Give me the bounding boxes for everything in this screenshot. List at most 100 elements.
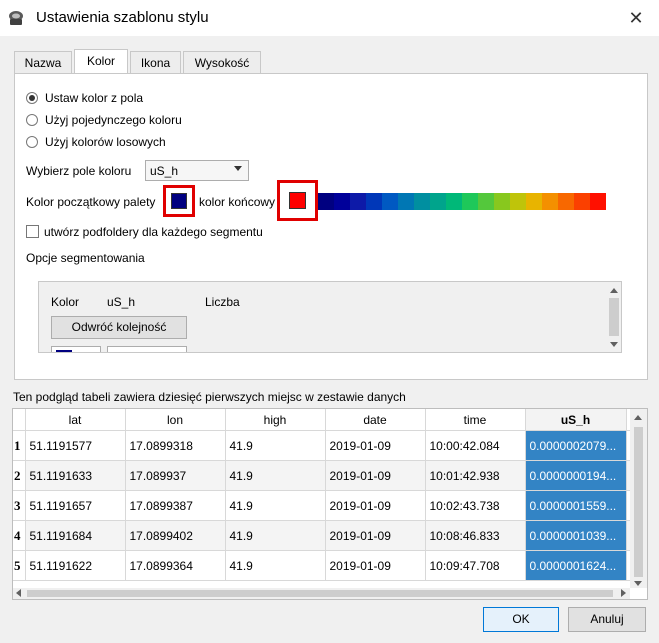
palette-end-label: kolor końcowy — [199, 195, 276, 209]
app-icon — [9, 11, 23, 25]
tab-ikona[interactable]: Ikona — [130, 51, 181, 73]
radio-random-colors-label[interactable]: Użyj kolorów losowych — [45, 135, 166, 149]
row-header[interactable]: 1 — [13, 430, 26, 461]
seg-col-field: uS_h — [107, 295, 136, 309]
cell-lat[interactable]: 51.1191577 — [25, 430, 126, 461]
color-ramp-step — [542, 193, 558, 210]
color-ramp-step — [446, 193, 462, 210]
table-horizontal-scrollbar[interactable] — [13, 588, 630, 599]
seg-col-count: Liczba — [205, 295, 240, 309]
cell-high[interactable]: 41.9 — [225, 490, 326, 521]
scroll-down-icon[interactable] — [610, 342, 618, 347]
cell-us-h[interactable]: 0.0000001039... — [525, 520, 627, 551]
reverse-order-button[interactable]: Odwróć kolejność — [51, 316, 187, 339]
palette-start-label: Kolor początkowy palety — [26, 195, 156, 209]
col-header-us-h[interactable]: uS_h — [525, 409, 627, 431]
radio-single-color-label[interactable]: Użyj pojedynczego koloru — [45, 113, 182, 127]
cell-high[interactable]: 41.9 — [225, 550, 326, 581]
cell-date[interactable]: 2019-01-09 — [325, 550, 426, 581]
segment-value-field[interactable] — [107, 346, 187, 352]
ok-button[interactable]: OK — [483, 607, 559, 632]
scroll-up-icon[interactable] — [634, 415, 642, 420]
scroll-thumb[interactable] — [609, 298, 619, 336]
cell-high[interactable]: 41.9 — [225, 520, 326, 551]
cell-high[interactable]: 41.9 — [225, 430, 326, 461]
segment-color-swatch — [56, 350, 72, 352]
radio-single-color[interactable] — [26, 114, 38, 126]
cell-time[interactable]: 10:02:43.738 — [425, 490, 526, 521]
color-ramp-step — [478, 193, 494, 210]
cell-date[interactable]: 2019-01-09 — [325, 430, 426, 461]
preview-caption: Ten podgląd tabeli zawiera dziesięć pier… — [13, 390, 406, 404]
cell-us-h[interactable]: 0.0000000194... — [525, 460, 627, 491]
cell-lat[interactable]: 51.1191622 — [25, 550, 126, 581]
scroll-right-icon[interactable] — [621, 589, 626, 597]
cell-time[interactable]: 10:09:47.708 — [425, 550, 526, 581]
cell-date[interactable]: 2019-01-09 — [325, 520, 426, 551]
color-ramp-step — [382, 193, 398, 210]
cell-us-h[interactable]: 0.0000001624... — [525, 550, 627, 581]
cell-lat[interactable]: 51.1191633 — [25, 460, 126, 491]
col-header-high[interactable]: high — [225, 409, 326, 431]
segmentation-panel: Kolor uS_h Liczba Odwróć kolejność — [38, 281, 622, 353]
radio-field-color-label[interactable]: Ustaw kolor z pola — [45, 91, 143, 105]
cell-date[interactable]: 2019-01-09 — [325, 490, 426, 521]
segment-color-button[interactable] — [51, 346, 101, 352]
scroll-up-icon[interactable] — [610, 288, 618, 293]
radio-field-color[interactable] — [26, 92, 38, 104]
col-header-lat[interactable]: lat — [25, 409, 126, 431]
cell-lon[interactable]: 17.0899402 — [125, 520, 226, 551]
cell-lon[interactable]: 17.089937 — [125, 460, 226, 491]
color-field-label: Wybierz pole koloru — [26, 164, 132, 178]
col-header-time[interactable]: time — [425, 409, 526, 431]
corner-header — [13, 409, 26, 431]
scroll-thumb[interactable] — [634, 427, 643, 577]
color-ramp-step — [318, 193, 334, 210]
tab-wysokosc[interactable]: Wysokość — [183, 51, 261, 73]
radio-random-colors[interactable] — [26, 136, 38, 148]
close-icon[interactable]: ✕ — [624, 6, 648, 30]
subfolders-checkbox[interactable] — [26, 225, 39, 238]
cell-us-h[interactable]: 0.0000002079... — [525, 430, 627, 461]
cell-date[interactable]: 2019-01-09 — [325, 460, 426, 491]
subfolders-label[interactable]: utwórz podfoldery dla każdego segmentu — [44, 225, 263, 239]
cell-time[interactable]: 10:08:46.833 — [425, 520, 526, 551]
end-color-swatch — [289, 192, 306, 209]
tab-kolor[interactable]: Kolor — [74, 49, 128, 74]
segmentation-group-label: Opcje segmentowania — [26, 251, 145, 265]
row-header[interactable]: 3 — [13, 490, 26, 521]
color-ramp-step — [574, 193, 590, 210]
segment-scrollbar[interactable] — [606, 282, 621, 352]
start-color-button[interactable] — [163, 185, 195, 217]
table-vertical-scrollbar[interactable] — [630, 409, 647, 588]
cell-time[interactable]: 10:00:42.084 — [425, 430, 526, 461]
cell-time[interactable]: 10:01:42.938 — [425, 460, 526, 491]
start-color-swatch — [171, 193, 187, 209]
cell-lat[interactable]: 51.1191684 — [25, 520, 126, 551]
scroll-down-icon[interactable] — [634, 581, 642, 586]
col-header-lon[interactable]: lon — [125, 409, 226, 431]
seg-col-color: Kolor — [51, 295, 80, 309]
color-field-select[interactable]: uS_h — [145, 160, 249, 181]
cell-lon[interactable]: 17.0899318 — [125, 430, 226, 461]
scroll-left-icon[interactable] — [16, 589, 21, 597]
cell-lat[interactable]: 51.1191657 — [25, 490, 126, 521]
scroll-thumb[interactable] — [27, 590, 613, 597]
tab-nazwa[interactable]: Nazwa — [14, 51, 72, 73]
color-ramp-step — [590, 193, 606, 210]
end-color-button[interactable] — [277, 180, 318, 221]
color-ramp-step — [494, 193, 510, 210]
chevron-down-icon — [234, 166, 242, 171]
color-ramp-step — [334, 193, 350, 210]
row-header[interactable]: 4 — [13, 520, 26, 551]
cell-high[interactable]: 41.9 — [225, 460, 326, 491]
window-title: Ustawienia szablonu stylu — [36, 9, 209, 26]
cell-us-h[interactable]: 0.0000001559... — [525, 490, 627, 521]
cell-lon[interactable]: 17.0899387 — [125, 490, 226, 521]
col-header-date[interactable]: date — [325, 409, 426, 431]
row-header[interactable]: 2 — [13, 460, 26, 491]
cell-lon[interactable]: 17.0899364 — [125, 550, 226, 581]
color-ramp-step — [462, 193, 478, 210]
cancel-button[interactable]: Anuluj — [568, 607, 646, 632]
row-header[interactable]: 5 — [13, 550, 26, 581]
